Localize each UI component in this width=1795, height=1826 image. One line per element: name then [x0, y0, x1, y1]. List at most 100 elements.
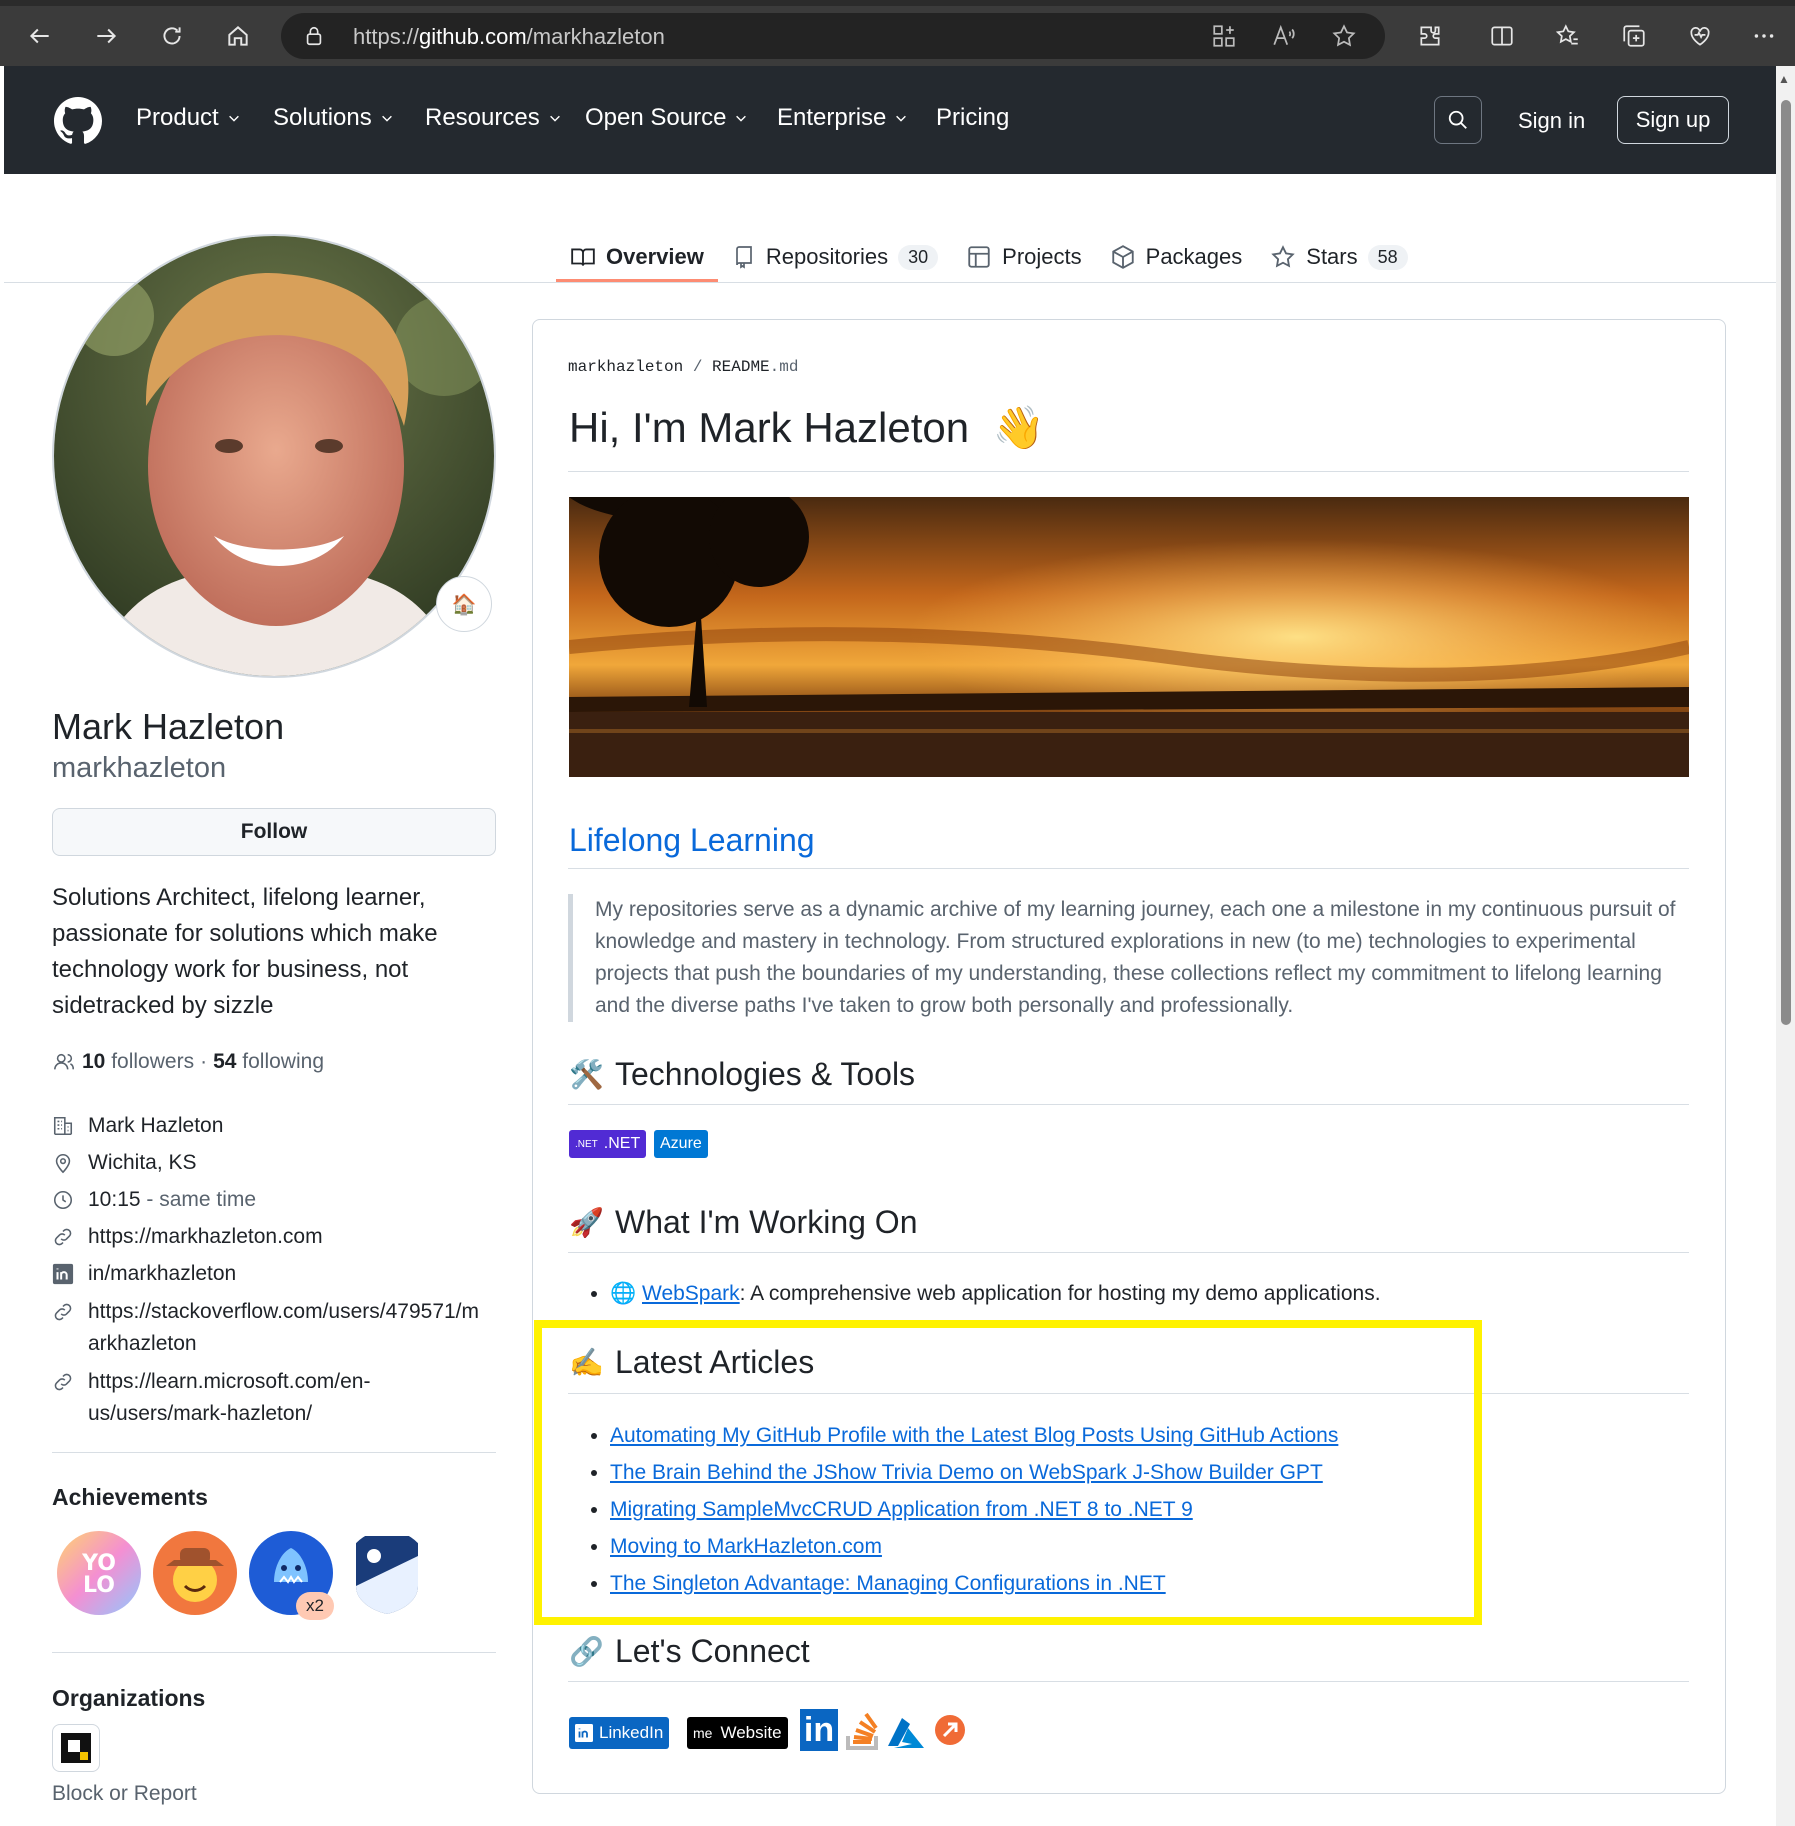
nav-solutions[interactable]: Solutions — [273, 104, 394, 132]
profile-bio: Solutions Architect, lifelong learner, p… — [52, 884, 438, 1019]
technologies-heading-text: Technologies & Tools — [615, 1056, 916, 1092]
nav-open-source[interactable]: Open Source — [585, 104, 748, 132]
read-aloud-icon[interactable] — [1271, 23, 1297, 54]
forward-icon[interactable] — [86, 16, 126, 56]
local-time: 10:15 — [88, 1188, 141, 1211]
collections-icon[interactable] — [1614, 16, 1654, 56]
favorite-star-icon[interactable] — [1331, 23, 1357, 54]
heading-divider — [568, 1104, 1689, 1105]
status-emoji-text: 🏠 — [451, 593, 477, 616]
search-button[interactable] — [1434, 96, 1482, 144]
vcard-website[interactable]: https://markhazleton.com — [52, 1221, 502, 1253]
globe-icon: 🌐 — [610, 1282, 637, 1305]
company-text: Mark Hazleton — [88, 1114, 224, 1137]
app-available-icon[interactable] — [1211, 23, 1237, 54]
highlight-box — [534, 1320, 1482, 1625]
nav-resources[interactable]: Resources — [425, 104, 562, 132]
readme-breadcrumb-user[interactable]: markhazleton — [568, 358, 683, 376]
website-badge[interactable]: me Website — [687, 1717, 788, 1749]
clock-icon — [52, 1184, 76, 1216]
azure-icon[interactable] — [886, 1716, 926, 1750]
list-item: 🌐 WebSpark: A comprehensive web applicat… — [610, 1275, 1381, 1312]
location-icon — [52, 1147, 76, 1179]
stackoverflow-icon[interactable] — [844, 1710, 882, 1752]
nav-pricing[interactable]: Pricing — [936, 104, 1009, 132]
extensions-icon[interactable] — [1410, 16, 1450, 56]
nav-enterprise[interactable]: Enterprise — [777, 104, 908, 132]
vcard-learn[interactable]: https://learn.microsoft.com/en-us/users/… — [52, 1366, 502, 1430]
webspark-link[interactable]: WebSpark — [642, 1282, 740, 1305]
tab-packages[interactable]: Packages — [1096, 228, 1257, 280]
tab-stars[interactable]: Stars 58 — [1256, 228, 1421, 280]
separator-dot: · — [200, 1050, 208, 1073]
waving-hand-icon: 👋 — [992, 404, 1045, 451]
tab-overview-label: Overview — [606, 244, 704, 269]
sign-up-button[interactable]: Sign up — [1617, 96, 1729, 144]
lifelong-learning-heading[interactable]: Lifelong Learning — [569, 822, 815, 859]
dotnet-badge: .NET .NET — [569, 1130, 647, 1158]
favorites-icon[interactable] — [1548, 16, 1588, 56]
sign-in-link[interactable]: Sign in — [1518, 108, 1585, 134]
lets-connect-heading-text: Let's Connect — [615, 1633, 810, 1669]
linkedin-logo-icon[interactable]: in — [800, 1709, 838, 1751]
block-or-report-link[interactable]: Block or Report — [52, 1782, 197, 1806]
status-badge[interactable]: 🏠 — [436, 576, 492, 632]
arctic-code-vault-achievement-icon[interactable] — [344, 1530, 430, 1616]
followers-link[interactable]: 10 followers — [82, 1050, 194, 1074]
vcard-linkedin[interactable]: in/markhazleton — [52, 1258, 502, 1290]
dotnet-logo-icon: .NET — [575, 1138, 598, 1150]
dev-community-icon[interactable] — [934, 1714, 966, 1746]
quickdraw-achievement-icon[interactable] — [152, 1530, 238, 1616]
home-icon[interactable] — [218, 16, 258, 56]
tab-projects[interactable]: Projects — [952, 228, 1095, 280]
readme-title: Hi, I'm Mark Hazleton 👋 — [569, 404, 1045, 453]
following-count: 54 — [213, 1050, 237, 1073]
organization-avatar[interactable] — [52, 1724, 100, 1772]
linkedin-badge[interactable]: LinkedIn — [569, 1717, 670, 1749]
learn-link[interactable]: https://learn.microsoft.com/en-us/users/… — [88, 1366, 370, 1430]
back-icon[interactable] — [20, 16, 60, 56]
more-options-icon[interactable] — [1744, 16, 1784, 56]
tab-repositories[interactable]: Repositories 30 — [718, 228, 952, 280]
vcard-stackoverflow[interactable]: https://stackoverflow.com/users/479571/m… — [52, 1296, 502, 1360]
nav-product[interactable]: Product — [136, 104, 241, 132]
link-emoji-icon: 🔗 — [569, 1636, 604, 1667]
rocket-icon: 🚀 — [569, 1207, 604, 1238]
tools-icon: 🛠️ — [569, 1059, 604, 1090]
working-on-list: 🌐 WebSpark: A comprehensive web applicat… — [610, 1275, 1381, 1312]
website-link[interactable]: https://markhazleton.com — [88, 1221, 323, 1253]
website-logo-icon: me — [693, 1725, 713, 1741]
vcard-company: Mark Hazleton — [52, 1110, 502, 1142]
refresh-icon[interactable] — [152, 16, 192, 56]
vcard-location: Wichita, KS — [52, 1147, 502, 1179]
repo-icon — [735, 246, 752, 269]
package-icon — [1111, 245, 1134, 269]
achievements-heading: Achievements — [52, 1484, 208, 1510]
azure-badge: Azure — [654, 1130, 708, 1158]
tab-projects-label: Projects — [1002, 244, 1082, 269]
link-icon — [52, 1221, 76, 1253]
scrollbar-thumb[interactable] — [1781, 100, 1791, 1025]
avatar[interactable] — [52, 234, 496, 678]
github-logo-icon[interactable] — [54, 97, 102, 145]
lifelong-learning-quote: My repositories serve as a dynamic archi… — [568, 894, 1689, 1022]
browser-essentials-icon[interactable] — [1680, 16, 1720, 56]
stackoverflow-link[interactable]: https://stackoverflow.com/users/479571/m… — [88, 1296, 479, 1360]
follow-button[interactable]: Follow — [52, 808, 496, 856]
location-text: Wichita, KS — [88, 1151, 197, 1174]
tab-stars-label: Stars — [1306, 244, 1358, 269]
address-bar[interactable]: https://github.com/markhazleton — [281, 13, 1385, 59]
followers-count: 10 — [82, 1050, 106, 1073]
tab-packages-label: Packages — [1145, 244, 1243, 269]
linkedin-link[interactable]: in/markhazleton — [88, 1258, 236, 1290]
webspark-description: : A comprehensive web application for ho… — [739, 1282, 1381, 1305]
scroll-up-arrow-icon[interactable]: ▲ — [1778, 72, 1790, 86]
split-screen-icon[interactable] — [1482, 16, 1522, 56]
profile-login: markhazleton — [52, 752, 227, 784]
github-header: Product Solutions Resources Open Source … — [4, 66, 1776, 174]
heading-divider — [568, 868, 1689, 869]
yolo-achievement-icon[interactable]: YOLO — [56, 1530, 142, 1616]
heading-divider — [568, 1252, 1689, 1253]
following-link[interactable]: 54 following — [213, 1050, 324, 1074]
tab-overview[interactable]: Overview — [556, 228, 718, 282]
